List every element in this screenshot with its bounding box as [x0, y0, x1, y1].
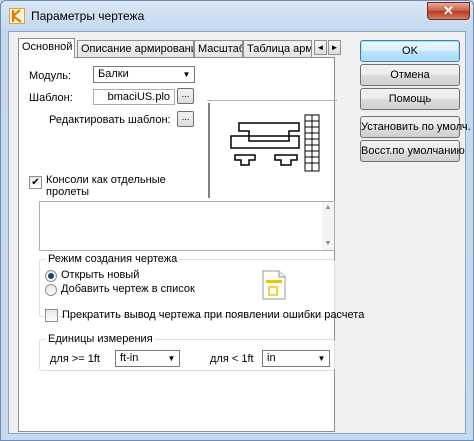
scroll-up-icon[interactable]: ▲ — [322, 202, 334, 214]
units-group-legend: Единицы измерения — [46, 333, 155, 345]
set-default-button-label: Установить по умолч. — [361, 121, 471, 133]
template-field[interactable]: bmaciUS.plo — [93, 89, 175, 105]
edit-template-button[interactable]: ... — [177, 111, 194, 127]
chevron-down-icon: ▼ — [180, 68, 193, 81]
tab-label: Описание армирования — [81, 43, 194, 55]
tab-scale[interactable]: Масштаб — [194, 40, 243, 57]
beam-drawing-preview — [208, 103, 320, 198]
units-ge-select[interactable]: ft-in ▼ — [115, 350, 180, 367]
help-button-label: Помощь — [388, 93, 432, 105]
units-lt-value: in — [267, 352, 276, 364]
tab-label: Основной — [22, 41, 73, 53]
arrow-right-icon: ► — [330, 43, 339, 52]
tab-label: Таблица арми — [247, 43, 312, 55]
tab-scroll-left-button[interactable]: ◄ — [314, 40, 327, 55]
set-default-button[interactable]: Установить по умолч. — [360, 116, 471, 138]
module-label: Модуль: — [29, 70, 72, 82]
radio-open-new-label: Открыть новый — [61, 269, 140, 281]
ellipsis-icon: ... — [181, 112, 190, 122]
cancel-button[interactable]: Отмена — [360, 64, 460, 86]
units-lt-select[interactable]: in ▼ — [262, 350, 330, 367]
units-ge-label: для >= 1ft — [50, 353, 100, 365]
restore-default-button[interactable]: Восст.по умолчанию — [360, 140, 465, 162]
drawing-document-icon — [262, 270, 286, 300]
module-select-value: Балки — [98, 68, 129, 80]
restore-default-button-label: Восст.по умолчанию — [361, 145, 465, 157]
units-groupbox: Единицы измерения для >= 1ft ft-in ▼ для… — [39, 333, 335, 371]
tab-label: Масштаб — [198, 43, 243, 55]
stop-output-label: Прекратить вывод чертежа при появлении о… — [62, 309, 365, 321]
template-field-value: bmaciUS.plo — [107, 91, 170, 103]
scroll-down-icon[interactable]: ▼ — [322, 238, 334, 250]
module-select[interactable]: Балки ▼ — [93, 66, 195, 83]
app-icon — [9, 8, 25, 24]
units-lt-label: для < 1ft — [210, 353, 254, 365]
radio-add-to-list-label: Добавить чертеж в список — [61, 283, 195, 295]
arrow-left-icon: ◄ — [316, 43, 325, 52]
template-browse-button[interactable]: ... — [177, 88, 194, 104]
tab-reinforcement-table[interactable]: Таблица арми — [243, 40, 312, 57]
help-button[interactable]: Помощь — [360, 88, 460, 110]
tab-panel-main: Модуль: Балки ▼ Шаблон: bmaciUS.plo ... … — [18, 57, 364, 432]
tab-main[interactable]: Основной — [18, 38, 75, 58]
radio-open-new[interactable] — [45, 270, 57, 282]
dialog-client-area: Основной Описание армирования Масштаб Та… — [8, 31, 471, 434]
edit-template-label: Редактировать шаблон: — [49, 114, 171, 126]
window-title: Параметры чертежа — [31, 9, 145, 23]
chevron-down-icon: ▼ — [315, 352, 328, 365]
dialog-window: Параметры чертежа ✕ Основной Описание ар… — [0, 0, 474, 441]
chevron-down-icon: ▼ — [165, 352, 178, 365]
tab-reinforcement-description[interactable]: Описание армирования — [77, 40, 194, 57]
close-button[interactable]: ✕ — [427, 2, 470, 20]
close-icon: ✕ — [443, 3, 454, 18]
consoles-label: Консоли как отдельные пролеты — [46, 174, 166, 198]
template-label: Шаблон: — [29, 92, 73, 104]
ok-button-label: OK — [402, 45, 418, 57]
ellipsis-icon: ... — [181, 89, 190, 99]
notes-textarea[interactable]: ▲ ▼ — [39, 201, 335, 251]
consoles-checkbox[interactable]: ✔ — [29, 176, 42, 189]
cancel-button-label: Отмена — [390, 69, 430, 81]
ok-button[interactable]: OK — [360, 40, 460, 62]
tab-scroll-right-button[interactable]: ► — [328, 40, 341, 55]
checkmark-icon: ✔ — [31, 177, 40, 188]
radio-add-to-list[interactable] — [45, 284, 57, 296]
stop-output-checkbox[interactable] — [45, 309, 58, 322]
template-preview — [207, 100, 337, 200]
units-ge-value: ft-in — [120, 352, 139, 364]
notes-scrollbar[interactable]: ▲ ▼ — [322, 202, 334, 250]
mode-group-legend: Режим создания чертежа — [46, 253, 180, 265]
title-bar[interactable]: Параметры чертежа ✕ — [1, 1, 473, 31]
